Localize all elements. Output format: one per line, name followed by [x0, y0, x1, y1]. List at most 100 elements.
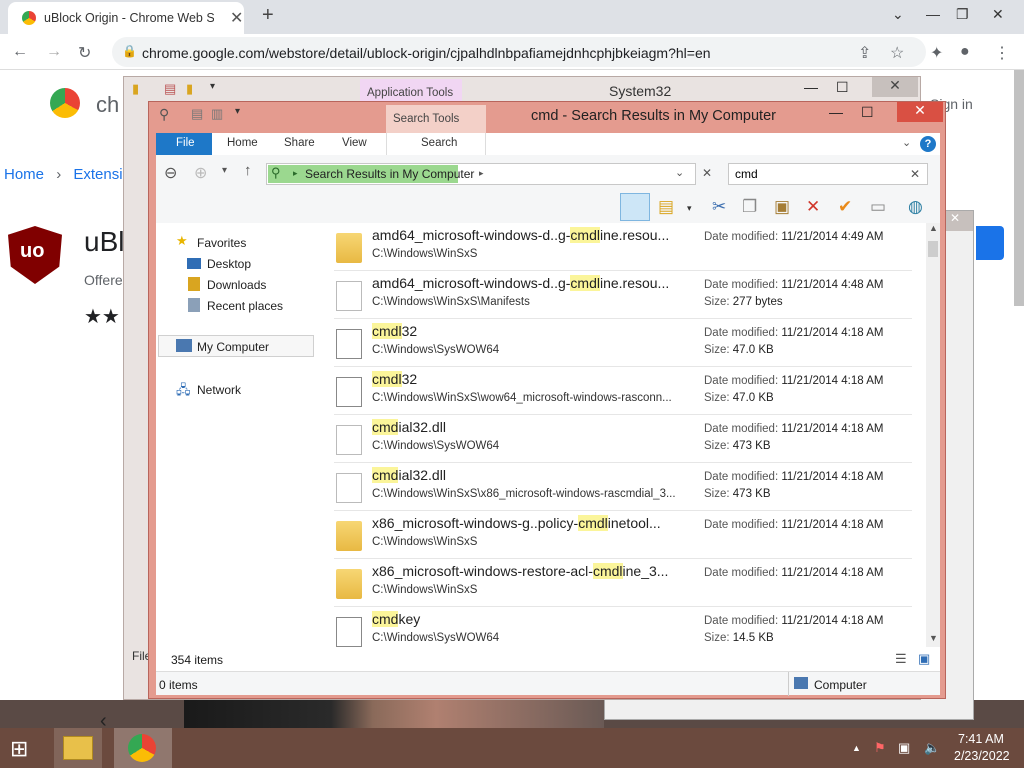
copy-icon[interactable]: ❐ — [742, 197, 757, 217]
result-row[interactable]: cmdkey C:\Windows\SysWOW64 Date modified: … — [334, 607, 912, 647]
clock-time[interactable]: 7:41 AM — [958, 732, 1004, 746]
result-row[interactable]: x86_microsoft-windows-restore-acl-cmdlin… — [334, 559, 912, 607]
reload-icon[interactable]: ↻ — [78, 43, 91, 63]
results-scrollbar[interactable]: ▲ ▼ — [926, 223, 940, 647]
result-row[interactable]: cmdl32 C:\Windows\SysWOW64 Date modified: … — [334, 319, 912, 367]
up-icon[interactable]: ↑ — [244, 162, 252, 179]
keyboard-icon[interactable]: ▭ — [870, 197, 886, 217]
computer-icon — [176, 339, 192, 352]
nav-my-computer[interactable]: My Computer — [158, 335, 314, 357]
breadcrumb-extensions[interactable]: Extensi — [73, 166, 122, 183]
tab-share[interactable]: Share — [284, 137, 315, 149]
restore-icon[interactable]: ❐ — [956, 6, 969, 23]
address-field[interactable]: ⚲ ▸ Search Results in My Computer ▸ ⌄ — [266, 163, 696, 185]
search-box[interactable]: ✕ — [728, 163, 928, 185]
qat-dropdown-icon[interactable]: ▾ — [210, 81, 215, 92]
taskbar-file-explorer[interactable] — [54, 728, 102, 768]
profile-avatar-icon[interactable]: ● — [960, 43, 970, 61]
details-view-icon[interactable]: ☰ — [895, 651, 907, 667]
close-icon[interactable]: ✕ — [872, 77, 918, 97]
nav-favorites[interactable]: Favorites — [197, 236, 246, 250]
show-hidden-icons-icon[interactable]: ▲ — [852, 743, 861, 753]
minimize-icon[interactable]: — — [804, 79, 818, 95]
scroll-up-icon[interactable]: ▲ — [929, 223, 938, 233]
maximize-icon[interactable]: ☐ — [861, 104, 874, 121]
tab-search-icon[interactable]: ⌄ — [892, 6, 904, 23]
result-row[interactable]: cmdl32 C:\Windows\WinSxS\wow64_microsoft-… — [334, 367, 912, 415]
paste-icon[interactable]: ▣ — [774, 197, 790, 217]
result-row[interactable]: amd64_microsoft-windows-d..g-cmdline.res… — [334, 271, 912, 319]
properties-folder-icon[interactable]: ▤ — [658, 197, 674, 217]
search-input[interactable] — [735, 166, 905, 182]
forward-icon[interactable]: → — [46, 43, 62, 61]
tab-view[interactable]: View — [342, 137, 367, 149]
tab-close-icon[interactable]: ✕ — [230, 8, 243, 28]
windows-start-icon[interactable]: ⊞ — [10, 736, 28, 762]
search-tools-context-tab[interactable]: Search Tools — [386, 105, 486, 133]
browser-toolbar: ← → ↻ 🔒 chrome.google.com/webstore/detai… — [0, 34, 1024, 70]
bookmark-star-icon[interactable]: ☆ — [890, 43, 904, 63]
result-row[interactable]: cmdial32.dll C:\Windows\SysWOW64 Date modi… — [334, 415, 912, 463]
clock-date[interactable]: 2/23/2022 — [954, 749, 1010, 763]
new-folder-icon[interactable]: ▥ — [211, 106, 223, 122]
new-tab-icon[interactable]: + — [262, 4, 274, 27]
cut-icon[interactable]: ✂ — [712, 197, 726, 217]
preview-pane-icon[interactable] — [620, 193, 650, 221]
minimize-icon[interactable]: — — [926, 6, 940, 22]
result-path: C:\Windows\SysWOW64 — [372, 440, 500, 452]
clear-search-icon[interactable]: ✕ — [910, 167, 920, 181]
match-highlight: cmd — [372, 611, 399, 627]
maximize-icon[interactable]: ☐ — [836, 79, 849, 96]
result-row[interactable]: cmdial32.dll C:\Windows\WinSxS\x86_micros… — [334, 463, 912, 511]
tab-home[interactable]: Home — [227, 137, 258, 149]
browser-tab[interactable]: uBlock Origin - Chrome Web Store ✕ — [8, 2, 244, 34]
stop-search-icon[interactable]: ✕ — [702, 166, 712, 180]
match-highlight: cmdl — [372, 323, 402, 339]
close-icon[interactable]: ✕ — [897, 102, 943, 122]
back-icon[interactable]: ⊖ — [164, 163, 177, 183]
address-bar[interactable]: 🔒 chrome.google.com/webstore/detail/ublo… — [112, 37, 926, 67]
divider — [788, 672, 789, 696]
action-center-flag-icon[interactable]: ⚑ — [874, 740, 886, 756]
forward-icon[interactable]: ⊕ — [194, 163, 207, 183]
properties-icon[interactable]: ▤ — [191, 106, 203, 122]
nav-network[interactable]: Network — [197, 383, 241, 397]
scrollbar-thumb[interactable] — [928, 241, 938, 257]
web-globe-icon[interactable]: ◍ — [908, 197, 923, 217]
recent-locations-icon[interactable]: ▾ — [222, 165, 227, 176]
taskbar-chrome[interactable] — [114, 728, 172, 768]
close-window-icon[interactable]: ✕ — [992, 6, 1004, 23]
qat-dropdown-icon[interactable]: ▾ — [235, 106, 240, 117]
address-dropdown-icon[interactable]: ⌄ — [675, 166, 684, 179]
nav-desktop[interactable]: Desktop — [207, 257, 251, 271]
new-folder-icon[interactable]: ▮ — [186, 81, 193, 97]
expand-ribbon-icon[interactable]: ⌄ — [902, 136, 911, 149]
window-title: cmd - Search Results in My Computer — [531, 108, 776, 124]
result-row[interactable]: amd64_microsoft-windows-d..g-cmdline.res… — [334, 223, 912, 271]
lock-icon[interactable]: 🔒 — [122, 44, 137, 58]
breadcrumb-arrow-icon[interactable]: ▸ — [293, 168, 298, 179]
back-icon[interactable]: ← — [12, 43, 28, 61]
large-icons-view-icon[interactable]: ▣ — [918, 651, 930, 667]
breadcrumb-arrow-icon[interactable]: ▸ — [479, 168, 484, 179]
nav-downloads[interactable]: Downloads — [207, 278, 266, 292]
tab-file[interactable]: File — [156, 133, 212, 155]
properties-icon[interactable]: ▤ — [164, 81, 176, 97]
menu-icon[interactable]: ⋮ — [994, 43, 1010, 63]
tab-search[interactable]: Search — [386, 133, 486, 155]
extensions-icon[interactable]: ✦ — [930, 43, 943, 63]
result-row[interactable]: x86_microsoft-windows-g..policy-cmdlinet… — [334, 511, 912, 559]
nav-recent-places[interactable]: Recent places — [207, 299, 283, 313]
network-status-icon[interactable]: ▣ — [898, 740, 910, 756]
scroll-down-icon[interactable]: ▼ — [929, 633, 938, 643]
minimize-icon[interactable]: — — [829, 104, 843, 120]
add-to-chrome-button[interactable] — [976, 226, 1004, 260]
rename-check-icon[interactable]: ✔ — [838, 197, 852, 217]
breadcrumb-home[interactable]: Home — [4, 166, 44, 183]
help-icon[interactable]: ? — [920, 136, 936, 152]
dropdown-icon[interactable]: ▾ — [687, 203, 692, 214]
volume-muted-icon[interactable]: 🔈 — [924, 740, 940, 756]
delete-icon[interactable]: ✕ — [806, 197, 820, 217]
page-scrollbar[interactable] — [1014, 70, 1024, 306]
share-icon[interactable]: ⇪ — [858, 43, 871, 63]
